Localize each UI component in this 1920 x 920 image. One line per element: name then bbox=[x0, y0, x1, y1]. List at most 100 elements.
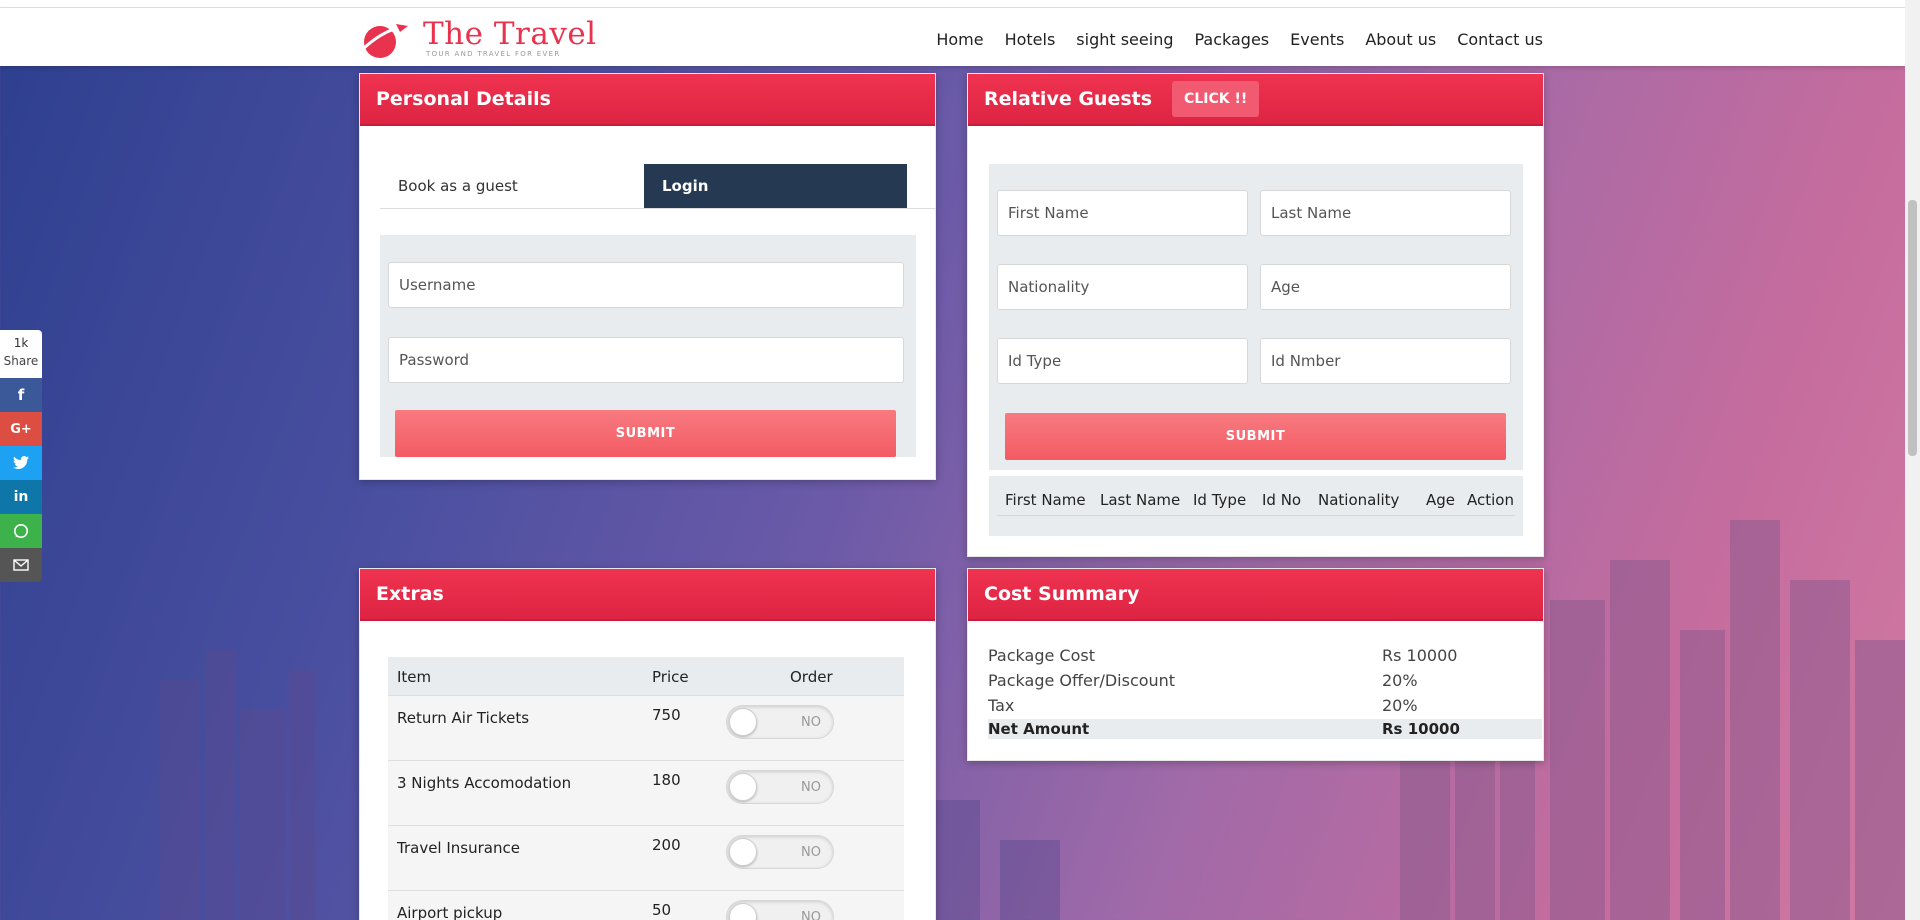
planet-plane-icon bbox=[360, 24, 409, 58]
password-input[interactable] bbox=[388, 337, 904, 383]
table-row: Return Air Tickets 750 NO bbox=[388, 695, 904, 760]
col-age: Age bbox=[1426, 491, 1456, 509]
order-toggle[interactable]: NO bbox=[726, 900, 834, 920]
toggle-state: NO bbox=[801, 845, 821, 860]
linkedin-share-button[interactable]: in bbox=[0, 480, 42, 514]
nav-packages[interactable]: Packages bbox=[1194, 30, 1269, 49]
item-price: 750 bbox=[652, 706, 681, 724]
cost-row-tax: Tax 20% bbox=[988, 694, 1542, 718]
main-nav: Home Hotels sight seeing Packages Events… bbox=[915, 30, 1543, 49]
guest-table-container: First Name Last Name Id Type Id No Natio… bbox=[989, 476, 1523, 536]
panel-title: Personal Details bbox=[376, 88, 551, 110]
panel-title: Extras bbox=[376, 583, 444, 605]
brand-name: The Travel bbox=[423, 16, 597, 52]
username-input[interactable] bbox=[388, 262, 904, 308]
guest-submit-button[interactable]: SUBMIT bbox=[1005, 413, 1506, 460]
share-count-box: 1k Share bbox=[0, 330, 42, 378]
twitter-share-button[interactable] bbox=[0, 446, 42, 480]
col-last-name: Last Name bbox=[1100, 491, 1181, 509]
nav-events[interactable]: Events bbox=[1290, 30, 1344, 49]
extras-table: Item Price Order Return Air Tickets 750 … bbox=[388, 657, 904, 920]
nav-about-us[interactable]: About us bbox=[1365, 30, 1436, 49]
id-type-input[interactable] bbox=[997, 338, 1248, 384]
tab-book-as-guest[interactable]: Book as a guest bbox=[380, 164, 644, 208]
nav-sight-seeing[interactable]: sight seeing bbox=[1076, 30, 1173, 49]
extras-table-header: Item Price Order bbox=[388, 657, 904, 695]
scrollbar-thumb[interactable] bbox=[1908, 200, 1917, 456]
panel-header: Personal Details bbox=[360, 74, 935, 126]
cost-label: Tax bbox=[988, 696, 1015, 715]
add-guest-click-button[interactable]: CLICK !! bbox=[1172, 81, 1260, 117]
personal-details-panel: Personal Details Book as a guest Login S… bbox=[359, 73, 936, 480]
item-price: 180 bbox=[652, 771, 681, 789]
panel-header: Relative Guests CLICK !! bbox=[968, 74, 1543, 126]
order-toggle[interactable]: NO bbox=[726, 705, 834, 739]
last-name-input[interactable] bbox=[1260, 190, 1511, 236]
nav-home[interactable]: Home bbox=[936, 30, 983, 49]
cost-value: Rs 10000 bbox=[1382, 720, 1460, 738]
age-input[interactable] bbox=[1260, 264, 1511, 310]
cost-value: 20% bbox=[1382, 671, 1418, 690]
item-price: 200 bbox=[652, 836, 681, 854]
table-row: Travel Insurance 200 NO bbox=[388, 825, 904, 890]
nav-contact-us[interactable]: Contact us bbox=[1457, 30, 1543, 49]
facebook-icon: f bbox=[17, 386, 25, 404]
google-plus-share-button[interactable]: G+ bbox=[0, 412, 42, 446]
col-price: Price bbox=[652, 668, 689, 686]
item-name: Return Air Tickets bbox=[397, 709, 530, 727]
cost-label: Net Amount bbox=[988, 720, 1090, 738]
col-id-no: Id No bbox=[1262, 491, 1302, 509]
panel-title: Relative Guests bbox=[984, 88, 1153, 110]
login-tabs: Book as a guest Login bbox=[380, 164, 936, 209]
toggle-state: NO bbox=[801, 780, 821, 795]
panel-header: Extras bbox=[360, 569, 935, 621]
cost-label: Package Offer/Discount bbox=[988, 671, 1176, 690]
item-name: Travel Insurance bbox=[397, 839, 520, 857]
top-border bbox=[0, 0, 1905, 8]
city-skyline-background bbox=[160, 520, 1905, 920]
whatsapp-share-button[interactable] bbox=[0, 514, 42, 548]
relative-guests-panel: Relative Guests CLICK !! SUBMIT First Na… bbox=[967, 73, 1544, 557]
panel-header: Cost Summary bbox=[968, 569, 1543, 621]
twitter-icon bbox=[13, 456, 29, 469]
col-action: Action bbox=[1467, 491, 1514, 509]
page-scrollbar[interactable] bbox=[1905, 0, 1920, 920]
col-id-type: Id Type bbox=[1193, 491, 1247, 509]
cost-row-package-cost: Package Cost Rs 10000 bbox=[988, 644, 1542, 668]
col-item: Item bbox=[397, 668, 432, 686]
share-count: 1k bbox=[13, 336, 29, 350]
toggle-knob bbox=[729, 708, 757, 736]
order-toggle[interactable]: NO bbox=[726, 835, 834, 869]
cost-summary-panel: Cost Summary Package Cost Rs 10000 Packa… bbox=[967, 568, 1544, 761]
toggle-knob bbox=[729, 773, 757, 801]
id-number-input[interactable] bbox=[1260, 338, 1511, 384]
cost-row-discount: Package Offer/Discount 20% bbox=[988, 669, 1542, 693]
brand-logo[interactable]: The Travel TOUR AND TRAVEL FOR EVER bbox=[360, 16, 596, 62]
site-header: The Travel TOUR AND TRAVEL FOR EVER Home… bbox=[0, 8, 1905, 66]
toggle-knob bbox=[729, 903, 757, 920]
tab-login[interactable]: Login bbox=[644, 164, 907, 208]
item-name: 3 Nights Accomodation bbox=[397, 774, 572, 792]
col-nationality: Nationality bbox=[1318, 491, 1400, 509]
extras-panel: Extras Item Price Order Return Air Ticke… bbox=[359, 568, 936, 920]
google-plus-icon: G+ bbox=[10, 421, 32, 437]
item-name: Airport pickup bbox=[397, 904, 503, 920]
login-submit-button[interactable]: SUBMIT bbox=[395, 410, 896, 457]
nav-hotels[interactable]: Hotels bbox=[1005, 30, 1056, 49]
cost-value: Rs 10000 bbox=[1382, 646, 1458, 665]
brand-tagline: TOUR AND TRAVEL FOR EVER bbox=[426, 50, 561, 58]
order-toggle[interactable]: NO bbox=[726, 770, 834, 804]
item-price: 50 bbox=[652, 901, 672, 919]
table-row: Airport pickup 50 NO bbox=[388, 890, 904, 920]
col-first-name: First Name bbox=[1005, 491, 1086, 509]
email-share-button[interactable] bbox=[0, 548, 42, 582]
first-name-input[interactable] bbox=[997, 190, 1248, 236]
toggle-state: NO bbox=[801, 715, 821, 730]
envelope-icon bbox=[13, 559, 29, 571]
guest-table-header: First Name Last Name Id Type Id No Natio… bbox=[997, 482, 1515, 516]
facebook-share-button[interactable]: f bbox=[0, 378, 42, 412]
toggle-knob bbox=[729, 838, 757, 866]
linkedin-icon: in bbox=[13, 489, 29, 505]
login-form: SUBMIT bbox=[380, 235, 916, 457]
nationality-input[interactable] bbox=[997, 264, 1248, 310]
